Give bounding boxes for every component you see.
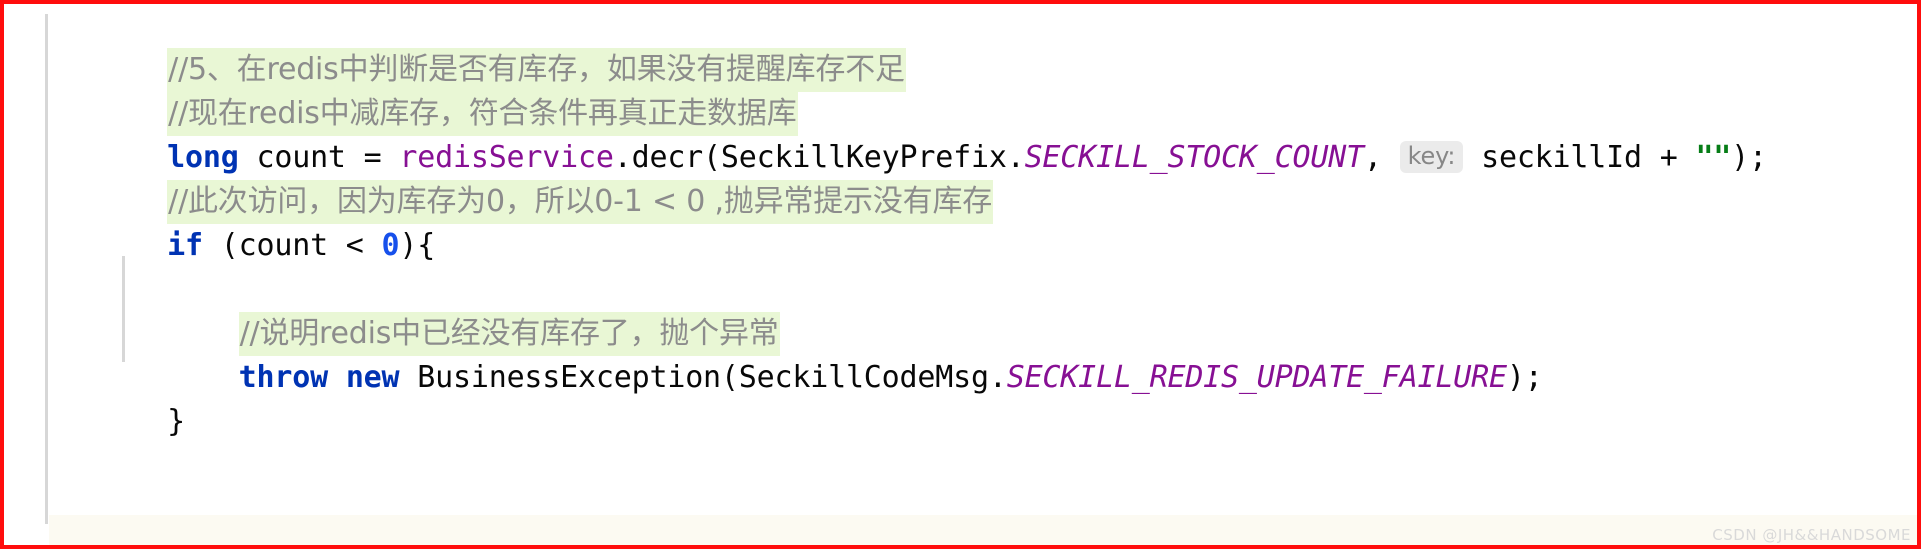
gutter-separator-line [45,14,48,524]
code-screenshot: //5、在redis中判断是否有库存，如果没有提醒库存不足 //现在redis中… [0,0,1921,549]
code-line-throw[interactable]: throw new BusinessException(SeckillCodeM… [60,312,1917,395]
code-line-comment-1[interactable]: //5、在redis中判断是否有库存，如果没有提醒库存不足 [60,4,1917,92]
code-line-comment-3[interactable]: //此次访问，因为库存为0，所以0-1 < 0 ,抛异常提示没有库存 [60,136,1917,224]
code-line-comment-4[interactable]: //说明redis中已经没有库存了，抛个异常 [60,268,1917,356]
code-editor-content[interactable]: //5、在redis中判断是否有库存，如果没有提醒库存不足 //现在redis中… [60,4,1917,545]
code-line-blank[interactable] [60,224,1917,268]
code-line-close-brace[interactable]: } [60,356,1917,439]
close-brace: } [167,404,186,439]
code-line-comment-2[interactable]: //现在redis中减库存，符合条件再真正走数据库 [60,48,1917,136]
csdn-watermark: CSDN @JH&&HANDSOME [1712,526,1911,544]
code-line-if[interactable]: if (count < 0){ [60,180,1917,263]
code-line-decr-call[interactable]: long count = redisService.decr(SeckillKe… [60,92,1917,175]
